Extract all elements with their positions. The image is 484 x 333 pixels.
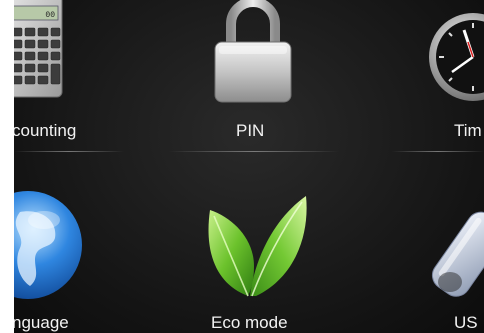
tile-usb-label: US <box>454 313 478 332</box>
globe-icon <box>14 191 82 299</box>
device-settings-screen: 00 counting PIN Tim nguage Eco mode US <box>14 0 484 333</box>
tile-accounting-label: counting <box>14 121 77 140</box>
calculator-display: 00 <box>45 11 55 20</box>
row-divider-left <box>14 151 124 152</box>
tile-pin-label: PIN <box>236 121 265 140</box>
usb-drive-icon <box>431 211 484 297</box>
clock-icon <box>429 13 484 101</box>
row-divider-center <box>169 151 339 152</box>
tile-language-label: nguage <box>14 313 69 332</box>
row-divider-right <box>392 151 484 152</box>
tile-eco-mode-label: Eco mode <box>211 313 288 332</box>
padlock-icon <box>214 0 292 103</box>
leaf-icon <box>208 196 307 297</box>
tile-time-label: Tim <box>454 121 482 140</box>
calculator-icon: 00 <box>14 0 63 98</box>
